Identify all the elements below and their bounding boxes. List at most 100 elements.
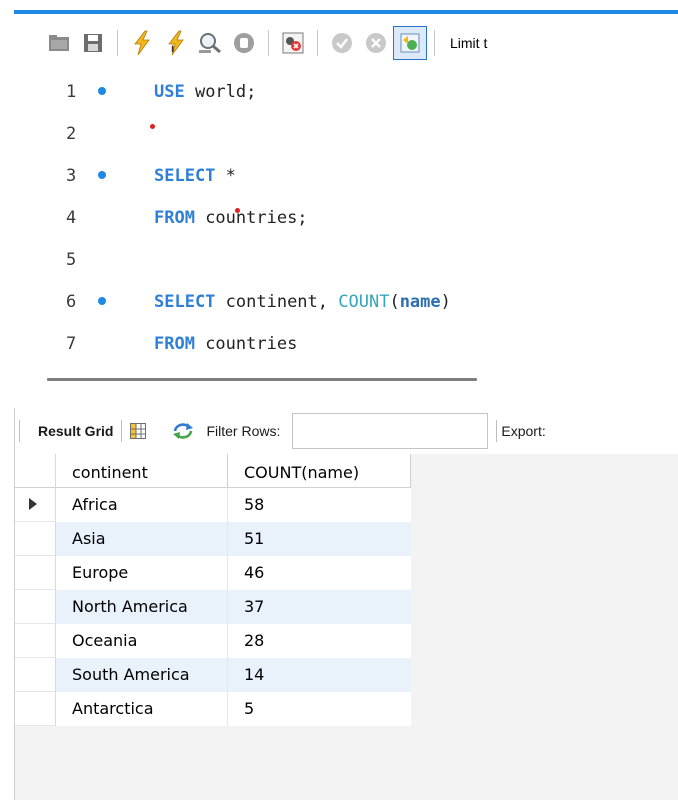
cell-count[interactable]: 28 [228,624,411,658]
table-row[interactable]: Oceania 28 [15,624,411,658]
code-editor[interactable]: 1 USE world; 2 3 SELECT * 4 FROM countries; 5 6 S… [14,72,678,368]
cell-continent[interactable]: Europe [56,556,228,590]
code-text: FROM countries [154,334,297,354]
line-number: 1 [66,82,77,102]
limit-rows-label[interactable]: Limit t [450,35,487,51]
line-number: 7 [66,334,77,354]
statement-marker-dot [98,297,106,305]
line-number: 6 [66,292,77,312]
cell-count[interactable]: 5 [228,692,411,726]
sql-keyword: SELECT [154,292,216,312]
toolbar-separator [317,30,318,56]
column-header-continent[interactable]: continent [56,454,228,488]
code-token: name [399,292,441,312]
save-icon[interactable] [76,26,110,60]
code-line[interactable]: 4 FROM countries; [14,198,678,240]
result-grid: continent COUNT(name) Africa 58 Asia 51 Euro… [15,454,411,754]
row-header[interactable] [15,692,56,726]
code-token: world; [184,82,257,102]
table-row[interactable]: Europe 46 [15,556,411,590]
code-line[interactable]: 5 [14,240,678,282]
toolbar-separator [117,30,118,56]
result-grid-tab[interactable]: Result Grid [38,423,113,439]
row-header[interactable] [15,488,56,522]
row-header-corner [15,454,56,488]
row-header[interactable] [15,556,56,590]
cell-count[interactable]: 14 [228,658,411,692]
toolbar-separator [496,420,498,442]
sql-keyword: USE [154,82,185,102]
code-line[interactable]: 6 SELECT continent, COUNT(name) [14,282,678,324]
row-header[interactable] [15,590,56,624]
row-header[interactable] [15,624,56,658]
code-token: ) [440,292,451,312]
cell-continent[interactable]: South America [56,658,228,692]
autocommit-icon[interactable] [393,26,427,60]
code-token: * [215,166,236,186]
code-line[interactable]: 3 SELECT * [14,156,678,198]
cell-continent[interactable]: North America [56,590,228,624]
code-line[interactable]: 1 USE world; [14,72,678,114]
row-header[interactable] [15,658,56,692]
sql-keyword: FROM [154,334,195,354]
cell-count[interactable]: 46 [228,556,411,590]
code-text: SELECT continent, COUNT(name) [154,292,451,312]
cell-continent[interactable]: Asia [56,522,228,556]
code-line[interactable]: 2 [14,114,678,156]
code-token: ( [389,292,400,312]
grid-layout-icon[interactable] [130,423,147,439]
result-panel: Result Grid Filter Rows: Export: contine… [14,408,678,800]
code-token: countries; [194,208,308,228]
code-text: SELECT * [154,166,236,186]
code-text: FROM countries; [154,208,308,228]
table-row[interactable]: North America 37 [15,590,411,624]
sql-keyword: FROM [154,208,195,228]
explain-icon[interactable] [193,26,227,60]
cell-continent[interactable]: Africa [56,488,228,522]
cell-count[interactable]: 51 [228,522,411,556]
stop-icon[interactable] [227,26,261,60]
row-header[interactable] [15,522,56,556]
grid-header-row: continent COUNT(name) [15,454,411,488]
current-row-arrow-icon [29,498,37,510]
filter-rows-label: Filter Rows: [206,423,281,439]
code-text: USE world; [154,82,256,102]
toggle-error-icon[interactable] [276,26,310,60]
svg-text:I: I [171,45,174,55]
table-row[interactable]: Asia 51 [15,522,411,556]
line-number: 2 [66,124,77,144]
toolbar-separator [19,420,20,442]
cell-continent[interactable]: Oceania [56,624,228,658]
rollback-icon[interactable] [359,26,393,60]
table-row[interactable]: Africa 58 [15,488,411,522]
cell-count[interactable]: 58 [228,488,411,522]
filter-rows-input[interactable] [292,413,489,449]
table-row[interactable]: South America 14 [15,658,411,692]
table-row[interactable]: Antarctica 5 [15,692,411,726]
code-token: continent, [215,292,339,312]
folder-icon[interactable] [42,26,76,60]
execute-icon[interactable] [125,26,159,60]
result-toolbar: Result Grid Filter Rows: Export: [15,408,678,454]
code-line[interactable]: 7 FROM countries [14,324,678,366]
toolbar-separator [268,30,269,56]
execute-current-icon[interactable]: I [159,26,193,60]
column-header-count[interactable]: COUNT(name) [228,454,411,488]
commit-icon[interactable] [325,26,359,60]
export-label[interactable]: Export: [501,423,545,439]
editor-toolbar: I Limit t [14,14,678,72]
panel-splitter[interactable] [47,378,477,381]
sql-keyword: SELECT [154,166,216,186]
statement-marker-dot [98,87,106,95]
cell-count[interactable]: 37 [228,590,411,624]
cell-continent[interactable]: Antarctica [56,692,228,726]
code-token: countries [194,334,298,354]
line-number: 3 [66,166,77,186]
toolbar-separator [121,420,123,442]
line-number: 5 [66,250,77,270]
line-number: 4 [66,208,77,228]
sql-editor-panel: I Limit t 1 USE world; 2 3 SELECT * 4 FR… [14,10,678,364]
refresh-icon[interactable] [172,422,194,440]
mysql-workbench-window: I Limit t 1 USE world; 2 3 SELECT * 4 FR… [0,0,678,800]
toolbar-separator [434,30,435,56]
